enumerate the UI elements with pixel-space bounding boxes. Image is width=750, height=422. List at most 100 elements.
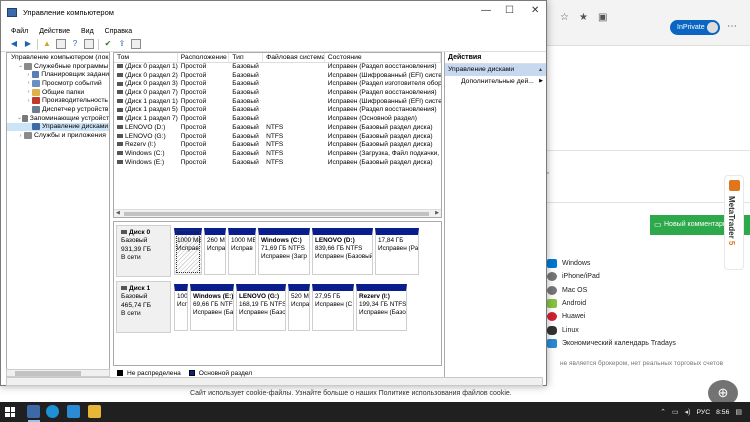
table-row[interactable]: (Диск 0 раздел 1) Простой Базовый Исправен … bbox=[114, 63, 441, 72]
tree-node[interactable]: ⌄ Служебные программы bbox=[7, 62, 109, 71]
forward-arrow-icon[interactable]: ▶ bbox=[23, 39, 33, 49]
table-row[interactable]: (Диск 1 раздел 7) Простой Базовый Исправен … bbox=[114, 115, 441, 124]
partition-size: 168,19 ГБ NTFS bbox=[239, 301, 286, 309]
menu-view[interactable]: Вид bbox=[81, 28, 94, 35]
tree-node[interactable]: › Службы и приложения bbox=[7, 131, 109, 140]
column-header[interactable]: Тип bbox=[229, 53, 264, 62]
network-icon[interactable]: ▭ bbox=[672, 408, 679, 416]
table-row[interactable]: (Диск 1 раздел 1) Простой Базовый Исправен … bbox=[114, 98, 441, 107]
platform-link[interactable]: iPhone/iPad bbox=[547, 270, 727, 283]
tree-node[interactable]: Управление дисками bbox=[7, 122, 109, 132]
tree-node[interactable]: › Производительность bbox=[7, 96, 109, 105]
tree-node[interactable]: Управление компьютером (локал bbox=[7, 53, 109, 62]
table-row[interactable]: Windows (C:) Простой Базовый NTFS Исправен (… bbox=[114, 150, 441, 159]
expand-chevron-icon[interactable]: › bbox=[25, 89, 32, 95]
taskbar-app-computer-management[interactable] bbox=[27, 405, 40, 418]
taskbar-app-edge-beta[interactable] bbox=[67, 405, 80, 418]
favorites-icon[interactable]: ★ bbox=[579, 12, 588, 23]
tree-horizontal-scrollbar[interactable] bbox=[6, 369, 110, 377]
table-row[interactable]: Windows (E:) Простой Базовый NTFS Исправен (… bbox=[114, 159, 441, 168]
clock[interactable]: 8:56 bbox=[716, 409, 729, 416]
platform-link[interactable]: Android bbox=[547, 297, 727, 310]
partition-block[interactable]: Windows (E:) 69,66 ГБ NTFS Исправен (Баз bbox=[190, 284, 234, 331]
disk-size: 465,74 ГБ bbox=[121, 301, 151, 309]
more-actions-item[interactable]: Дополнительные дей... bbox=[445, 76, 546, 87]
menu-file[interactable]: Файл bbox=[11, 28, 28, 35]
reading-icon[interactable]: ☆ bbox=[560, 12, 569, 23]
partition-block[interactable]: 17,84 ГБ Исправен (Ра bbox=[375, 228, 419, 275]
volume-icon bbox=[117, 99, 123, 103]
partition-block[interactable]: LENOVO (D:) 839,66 ГБ NTFS Исправен (Баз… bbox=[312, 228, 373, 275]
platform-link[interactable]: Huawei bbox=[547, 310, 727, 323]
platform-link[interactable]: Экономический календарь Tradays bbox=[547, 337, 727, 350]
show-hide-tree-icon[interactable] bbox=[56, 39, 66, 49]
chevron-up-icon[interactable]: ⌃ bbox=[660, 408, 666, 416]
collections-icon[interactable]: ▣ bbox=[598, 12, 607, 23]
up-folder-icon[interactable]: ▲ bbox=[42, 39, 52, 49]
table-row[interactable]: (Диск 1 раздел 5) Простой Базовый Исправен … bbox=[114, 106, 441, 115]
back-arrow-icon[interactable]: ◀ bbox=[9, 39, 19, 49]
taskbar-app-edge[interactable] bbox=[46, 405, 59, 418]
partition-block[interactable]: 1000 МБ Исправ bbox=[228, 228, 256, 275]
table-row[interactable]: Rezerv (I:) Простой Базовый NTFS Исправен (Б… bbox=[114, 141, 441, 150]
disk-info[interactable]: Диск 1 Базовый 465,74 ГБ В сети bbox=[116, 281, 171, 333]
comment-editor[interactable]: , bbox=[547, 150, 750, 203]
properties-icon[interactable] bbox=[84, 39, 94, 49]
platform-link[interactable]: Linux bbox=[547, 323, 727, 336]
scroll-left-icon[interactable]: ◀ bbox=[116, 210, 120, 216]
title-bar[interactable]: Управление компьютером — ☐ ✕ bbox=[1, 1, 546, 25]
table-row[interactable]: (Диск 0 раздел 2) Простой Базовый Исправен … bbox=[114, 72, 441, 81]
table-cell bbox=[263, 115, 325, 124]
table-row[interactable]: (Диск 0 раздел 7) Простой Базовый Исправен … bbox=[114, 89, 441, 98]
view-toggle-icon[interactable] bbox=[131, 39, 141, 49]
actions-section-disk-management[interactable]: Управление дисками bbox=[445, 64, 546, 76]
disk-info[interactable]: Диск 0 Базовый 931,39 ГБ В сети bbox=[116, 225, 171, 277]
column-header[interactable]: Расположение bbox=[178, 53, 230, 62]
check-icon[interactable]: ✔ bbox=[103, 39, 113, 49]
export-icon[interactable]: ⇪ bbox=[117, 39, 127, 49]
help-icon[interactable]: ? bbox=[70, 39, 80, 49]
menu-action[interactable]: Действие bbox=[39, 28, 70, 35]
partition-block[interactable]: LENOVO (G:) 168,19 ГБ NTFS Исправен (Баз… bbox=[236, 284, 286, 331]
expand-chevron-icon[interactable]: ⌄ bbox=[17, 63, 24, 69]
expand-chevron-icon[interactable]: › bbox=[25, 72, 32, 78]
platform-link[interactable]: Mac OS bbox=[547, 284, 727, 297]
start-button[interactable] bbox=[5, 407, 15, 417]
tree-node[interactable]: ⌄ Запоминающие устройст bbox=[7, 114, 109, 123]
tree-node[interactable]: › Планировщик задани bbox=[7, 70, 109, 79]
volume-icon[interactable]: ◂) bbox=[685, 408, 691, 416]
partition-block[interactable]: 100 Испр bbox=[174, 284, 188, 331]
inprivate-badge[interactable]: InPrivate bbox=[670, 20, 720, 35]
expand-chevron-icon[interactable]: › bbox=[25, 80, 32, 86]
table-row[interactable]: LENOVO (D:) Простой Базовый NTFS Исправен (Б… bbox=[114, 124, 441, 133]
partition-block[interactable]: 27,95 ГБ Исправен (С bbox=[312, 284, 354, 331]
table-row[interactable]: (Диск 0 раздел 3) Простой Базовый Исправен … bbox=[114, 80, 441, 89]
notifications-icon[interactable]: ▤ bbox=[735, 408, 742, 416]
maximize-button[interactable]: ☐ bbox=[505, 5, 514, 16]
tree-node[interactable]: Диспетчер устройств bbox=[7, 105, 109, 114]
volume-horizontal-scrollbar[interactable]: ◀ ▶ bbox=[114, 209, 441, 217]
partition-block[interactable]: 520 МІ Испра bbox=[288, 284, 310, 331]
column-header[interactable]: Состояние bbox=[325, 53, 441, 62]
platform-link[interactable]: Windows bbox=[547, 257, 727, 270]
partition-block[interactable]: Rezerv (I:) 199,34 ГБ NTFS Исправен (Баз… bbox=[356, 284, 407, 331]
column-header[interactable]: Том bbox=[114, 53, 178, 62]
minimize-button[interactable]: — bbox=[481, 5, 491, 16]
partition-block[interactable]: 1000 МБ Исправ bbox=[174, 228, 202, 275]
column-header[interactable]: Файловая система bbox=[263, 53, 325, 62]
partition-block[interactable]: Windows (C:) 71,69 ГБ NTFS Исправен (Заг… bbox=[258, 228, 310, 275]
tree-node[interactable]: › Просмотр событий bbox=[7, 79, 109, 88]
expand-chevron-icon[interactable]: › bbox=[25, 98, 32, 104]
menu-help[interactable]: Справка bbox=[105, 28, 132, 35]
taskbar-app-explorer[interactable] bbox=[88, 405, 101, 418]
profile-avatar[interactable] bbox=[707, 22, 718, 33]
metatrader-side-tab[interactable]: MetaTrader 5 bbox=[724, 175, 744, 270]
more-icon[interactable]: ⋯ bbox=[727, 21, 737, 32]
close-button[interactable]: ✕ bbox=[531, 5, 539, 16]
table-row[interactable]: LENOVO (G:) Простой Базовый NTFS Исправен (Б… bbox=[114, 133, 441, 142]
expand-chevron-icon[interactable]: › bbox=[17, 133, 24, 139]
scroll-right-icon[interactable]: ▶ bbox=[435, 210, 439, 216]
language-indicator[interactable]: РУС bbox=[697, 409, 711, 416]
partition-block[interactable]: 260 МІ Испра bbox=[204, 228, 226, 275]
tree-node[interactable]: › Общие папки bbox=[7, 88, 109, 97]
